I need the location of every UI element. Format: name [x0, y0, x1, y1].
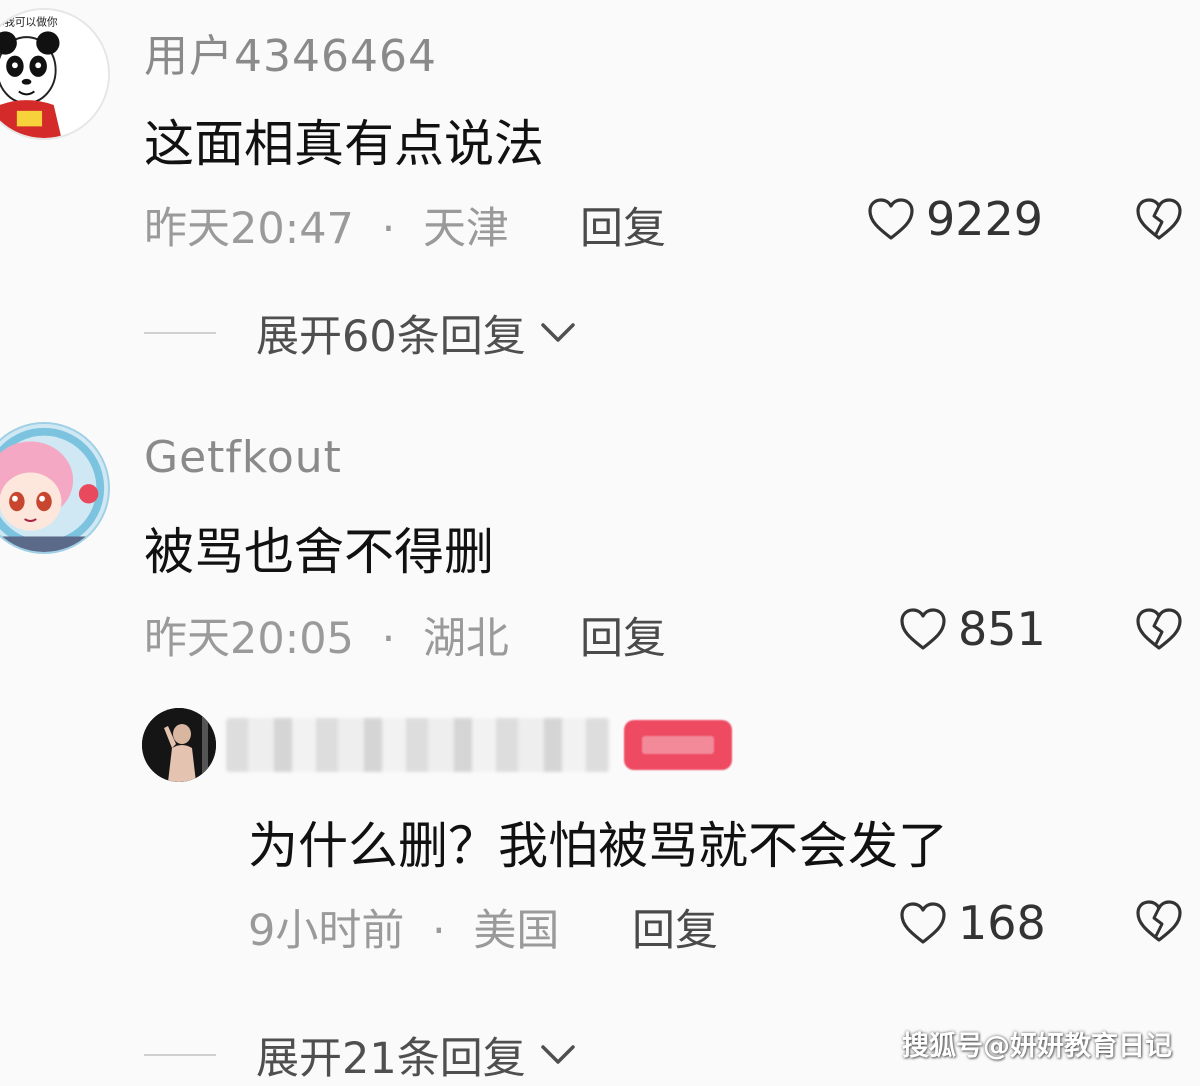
expand-divider [144, 332, 216, 334]
reply-meta: 9小时前 · 美国 [248, 896, 559, 958]
meta-separator: · [381, 614, 396, 664]
reply-text: 为什么删？我怕被骂就不会发了 [248, 817, 948, 875]
dislike-button[interactable] [1134, 898, 1184, 948]
reply-time: 9小时前 [248, 906, 405, 956]
reply-button[interactable]: 回复 [632, 896, 718, 958]
like-button[interactable]: 9229 [866, 192, 1043, 246]
heart-outline-icon [868, 198, 914, 240]
watermark: 搜狐号@妍妍教育日记 [902, 1031, 1172, 1062]
meta-separator: · [432, 906, 446, 956]
expand-replies-button[interactable]: 展开60条回复 [144, 302, 576, 364]
comment-text: 被骂也舍不得删 [144, 523, 494, 581]
reply-avatar[interactable] [142, 708, 216, 782]
broken-heart-icon [1136, 900, 1182, 942]
expand-replies-label: 展开21条回复 [256, 1034, 526, 1084]
photo-avatar-image [142, 708, 216, 782]
expand-replies-button[interactable]: 展开21条回复 [144, 1024, 576, 1086]
broken-heart-icon [1136, 608, 1182, 650]
heart-outline-icon [900, 902, 946, 944]
like-count: 168 [958, 896, 1046, 950]
comment-location: 湖北 [422, 614, 509, 664]
chevron-down-icon [540, 1045, 575, 1064]
blurred-badge [624, 720, 732, 770]
reply-button[interactable]: 回复 [580, 604, 666, 666]
avatar-panda[interactable]: 你我可以做你 [0, 8, 110, 140]
meta-separator: · [381, 204, 396, 254]
expand-divider [144, 1054, 216, 1056]
blurred-username [226, 718, 610, 772]
heart-outline-icon [900, 608, 946, 650]
anime-avatar-image [0, 424, 108, 552]
comment-meta: 昨天20:47 · 天津 [144, 194, 509, 256]
avatar-anime[interactable] [0, 422, 110, 554]
comment-username[interactable]: 用户4346464 [144, 20, 437, 84]
like-button[interactable]: 851 [898, 602, 1046, 656]
expand-replies-label: 展开60条回复 [256, 312, 526, 362]
comment-username[interactable]: Getfkout [144, 432, 342, 483]
broken-heart-icon [1136, 198, 1182, 240]
comment-location: 天津 [422, 204, 509, 254]
dislike-button[interactable] [1134, 196, 1184, 246]
comment-time: 昨天20:05 [144, 614, 354, 664]
comment-time: 昨天20:47 [144, 204, 354, 254]
comment-text: 这面相真有点说法 [144, 115, 544, 173]
chevron-down-icon [540, 323, 575, 342]
svg-text:你我可以做你: 你我可以做你 [0, 16, 58, 29]
reply-button[interactable]: 回复 [580, 194, 666, 256]
dislike-button[interactable] [1134, 606, 1184, 656]
like-button[interactable]: 168 [898, 896, 1046, 950]
like-count: 9229 [926, 192, 1044, 246]
like-count: 851 [958, 602, 1046, 656]
reply-location: 美国 [473, 906, 560, 956]
comment-meta: 昨天20:05 · 湖北 [144, 604, 509, 666]
panda-avatar-image: 你我可以做你 [0, 10, 108, 138]
